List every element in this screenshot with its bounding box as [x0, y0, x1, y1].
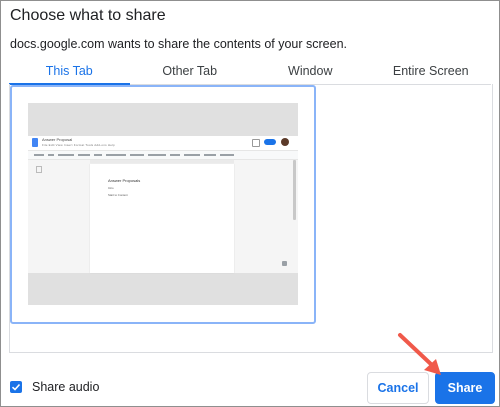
tab-preview-image: Answer Proposal File Edit View Insert Fo…	[28, 103, 298, 305]
docs-menu-bar: File Edit View Insert Format Tools Add-o…	[42, 143, 115, 147]
share-audio-checkbox[interactable]	[10, 381, 22, 393]
docs-scrollbar	[293, 160, 296, 220]
share-dialog: Choose what to share docs.google.com wan…	[0, 0, 500, 407]
page-text-line: Intro	[108, 186, 114, 190]
docs-ruler	[90, 160, 234, 163]
tab-entire-screen[interactable]: Entire Screen	[371, 58, 492, 84]
dialog-subtitle: docs.google.com wants to share the conte…	[10, 37, 347, 51]
tab-window[interactable]: Window	[250, 58, 371, 84]
outline-icon	[36, 166, 42, 173]
docs-format-toolbar	[28, 151, 298, 160]
docs-header: Answer Proposal File Edit View Insert Fo…	[28, 136, 298, 151]
page-text-line: Start to Content	[108, 193, 128, 197]
docs-logo-icon	[32, 138, 38, 147]
docs-title: Answer Proposal	[42, 137, 73, 142]
docs-window-preview: Answer Proposal File Edit View Insert Fo…	[28, 136, 298, 273]
annotation-arrow-icon	[398, 333, 441, 375]
docs-page: Answer Proposals Intro Start to Content	[90, 164, 234, 273]
docs-share-button	[264, 139, 276, 145]
tab-thumbnail[interactable]: Answer Proposal File Edit View Insert Fo…	[10, 85, 316, 324]
explore-icon	[282, 261, 287, 266]
avatar	[281, 138, 289, 146]
dialog-title: Choose what to share	[10, 7, 166, 24]
checkmark-icon	[11, 383, 21, 391]
comment-icon	[252, 139, 260, 147]
share-tabs: This Tab Other Tab Window Entire Screen	[9, 58, 491, 85]
page-heading: Answer Proposals	[108, 178, 141, 183]
share-audio-label: Share audio	[32, 380, 100, 394]
tab-other-tab[interactable]: Other Tab	[130, 58, 251, 84]
tab-this-tab[interactable]: This Tab	[9, 58, 130, 85]
